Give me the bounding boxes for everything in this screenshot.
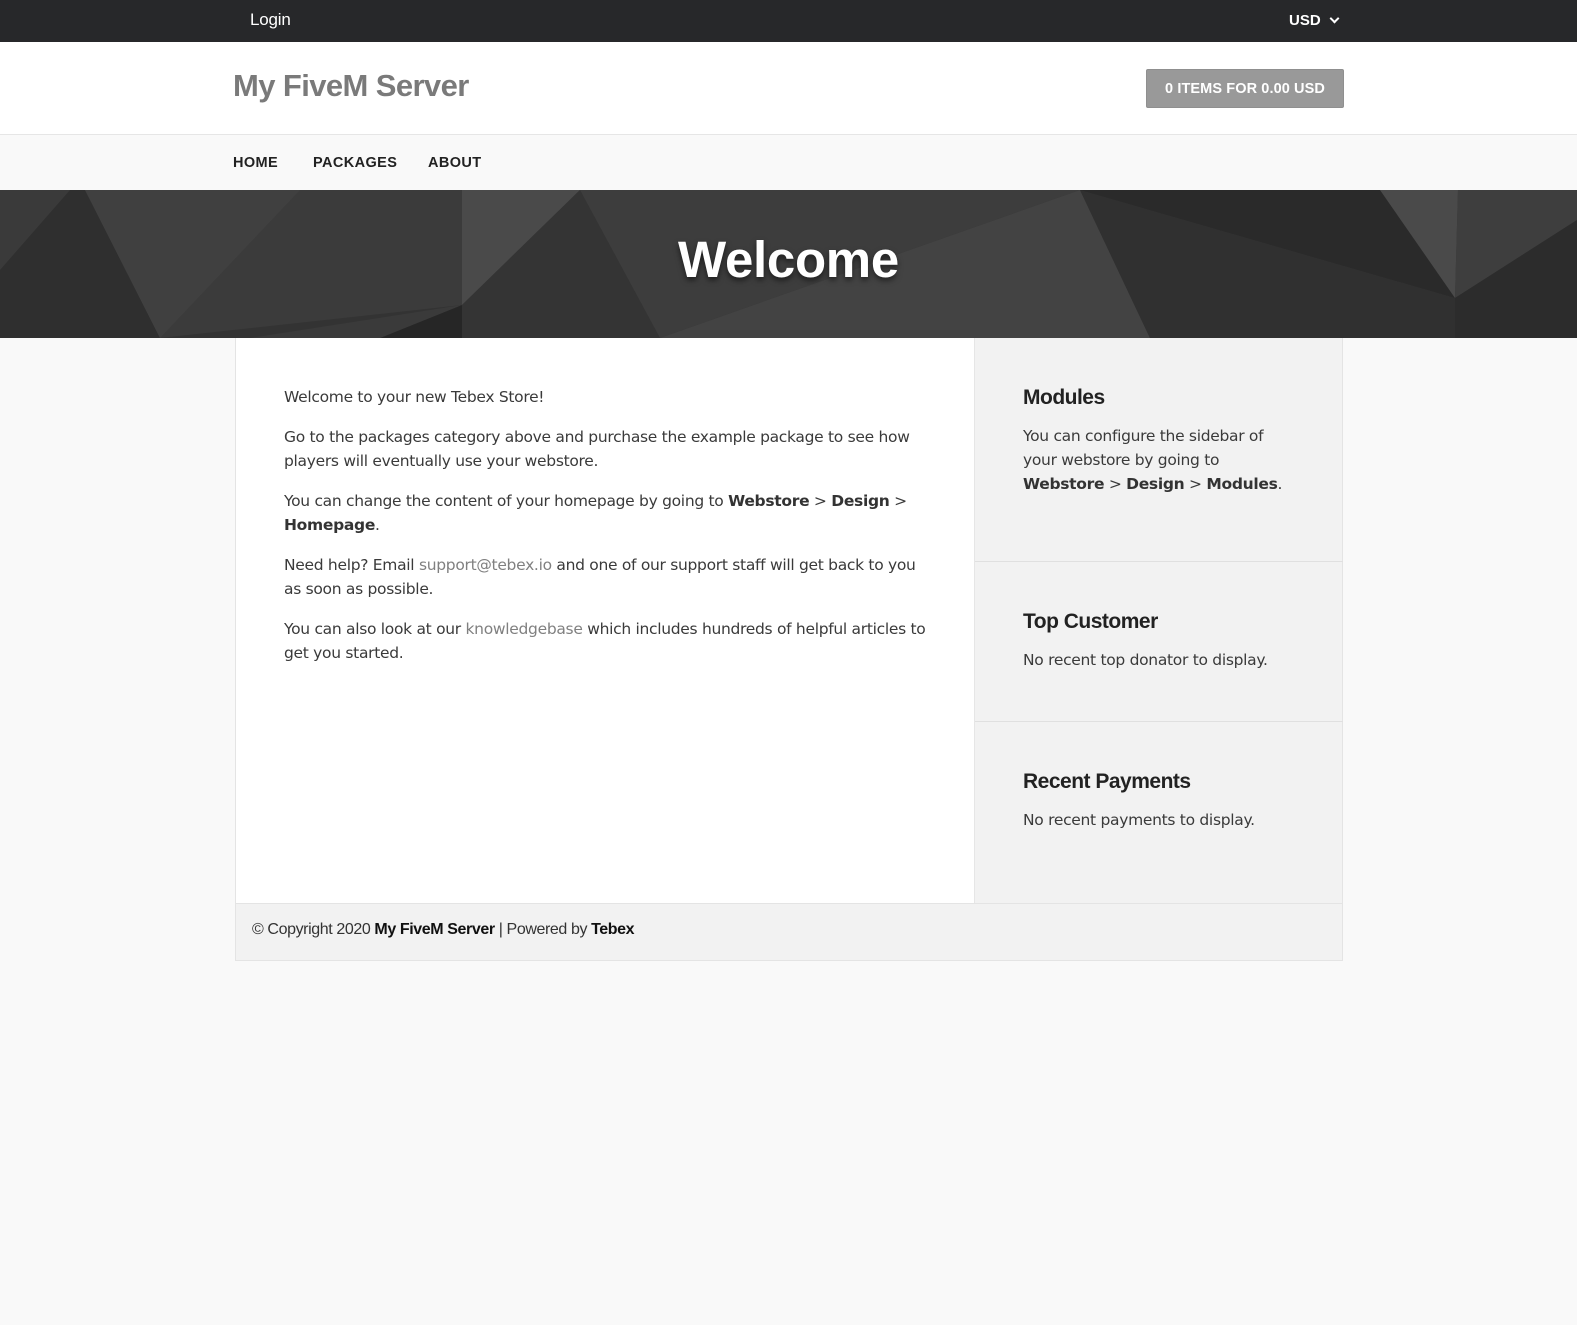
recent-payments-module: Recent Payments No recent payments to di… bbox=[975, 722, 1343, 903]
main-container: Welcome to your new Tebex Store! Go to t… bbox=[235, 338, 1343, 961]
chevron-down-icon bbox=[1329, 13, 1340, 23]
site-header: My FiveM Server 0 ITEMS FOR 0.00 USD bbox=[0, 42, 1577, 135]
knowledgebase-paragraph: You can also look at our knowledgebase w… bbox=[284, 620, 926, 662]
currency-label: USD bbox=[1289, 12, 1321, 29]
recent-payments-title: Recent Payments bbox=[1023, 770, 1191, 793]
footer: © Copyright 2020 My FiveM Server | Power… bbox=[236, 903, 1342, 960]
nav-item-home[interactable]: HOME bbox=[233, 155, 278, 171]
packages-paragraph: Go to the packages category above and pu… bbox=[284, 428, 910, 470]
footer-copyright: © Copyright 2020 bbox=[252, 921, 375, 938]
support-email-link[interactable]: support@tebex.io bbox=[419, 556, 552, 574]
footer-site-name: My FiveM Server bbox=[374, 921, 495, 938]
nav-item-about[interactable]: ABOUT bbox=[428, 155, 482, 171]
top-customer-text: No recent top donator to display. bbox=[1023, 651, 1268, 669]
main-nav: HOME PACKAGES ABOUT bbox=[0, 135, 1577, 190]
recent-payments-text: No recent payments to display. bbox=[1023, 811, 1255, 829]
main-content: Welcome to your new Tebex Store! Go to t… bbox=[236, 338, 974, 903]
modules-module: Modules You can configure the sidebar of… bbox=[975, 338, 1343, 562]
sidebar: Modules You can configure the sidebar of… bbox=[974, 338, 1343, 903]
knowledgebase-link[interactable]: knowledgebase bbox=[466, 620, 583, 638]
help-paragraph: Need help? Email support@tebex.io and on… bbox=[284, 556, 916, 598]
site-title[interactable]: My FiveM Server bbox=[233, 68, 469, 104]
footer-brand[interactable]: Tebex bbox=[591, 921, 634, 938]
currency-selector[interactable]: USD bbox=[1289, 12, 1340, 29]
bold-homepage: Homepage bbox=[284, 516, 376, 534]
top-customer-title: Top Customer bbox=[1023, 610, 1158, 633]
top-customer-module: Top Customer No recent top donator to di… bbox=[975, 562, 1343, 722]
modules-title: Modules bbox=[1023, 386, 1105, 409]
bold-webstore: Webstore bbox=[728, 492, 810, 510]
login-link[interactable]: Login bbox=[250, 10, 291, 30]
welcome-paragraph: Welcome to your new Tebex Store! bbox=[284, 388, 545, 406]
hero-banner: Welcome bbox=[0, 190, 1577, 338]
hero-title: Welcome bbox=[678, 231, 899, 288]
homepage-paragraph: You can change the content of your homep… bbox=[284, 492, 907, 534]
cart-button[interactable]: 0 ITEMS FOR 0.00 USD bbox=[1146, 69, 1344, 108]
nav-item-packages[interactable]: PACKAGES bbox=[313, 155, 397, 171]
modules-text: You can configure the sidebar of your we… bbox=[1023, 427, 1283, 493]
bold-design: Design bbox=[831, 492, 890, 510]
footer-powered: | Powered by bbox=[494, 921, 592, 938]
top-bar: Login USD bbox=[0, 0, 1577, 42]
